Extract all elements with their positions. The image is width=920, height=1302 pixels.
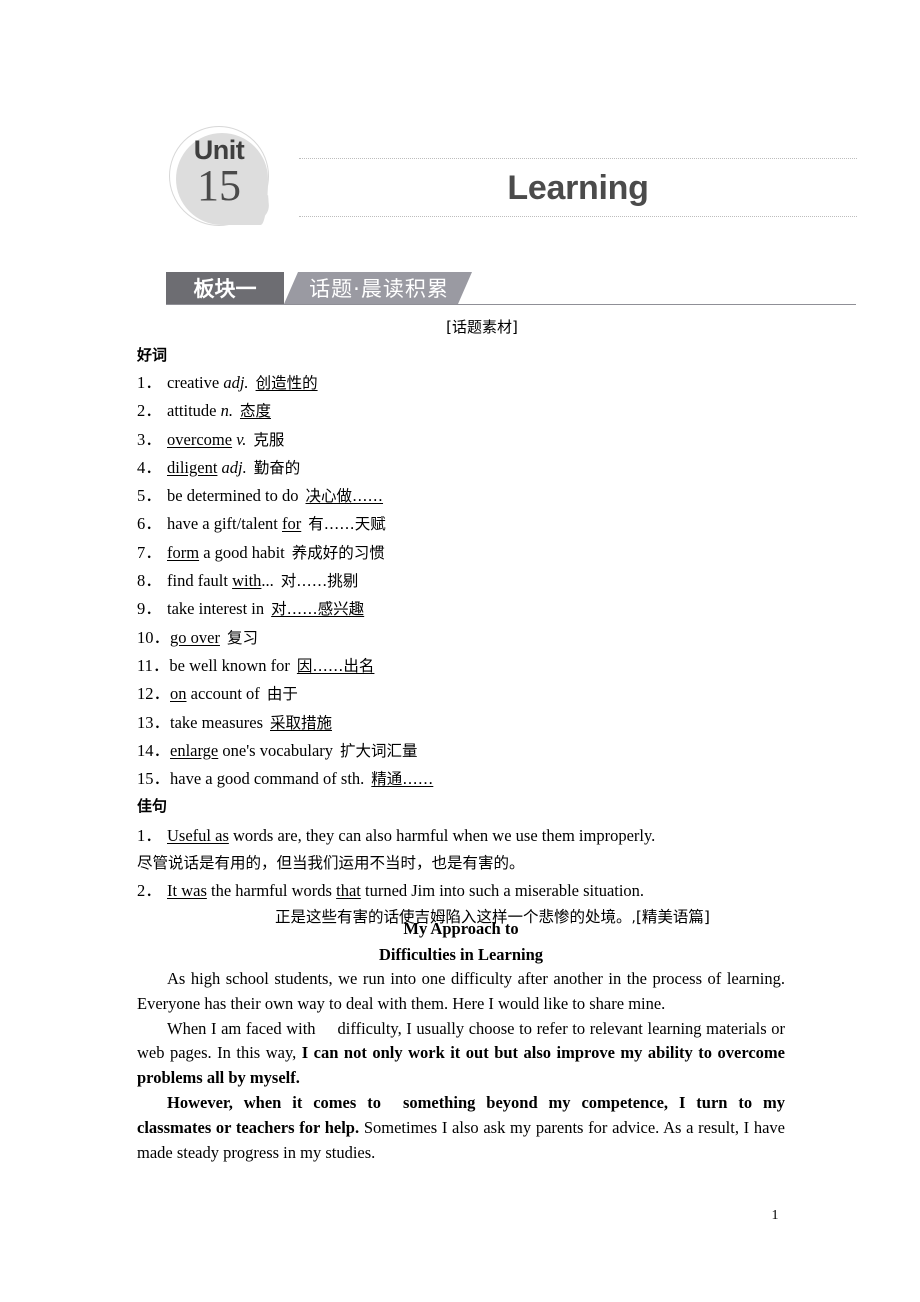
list-item: 12．on account of 由于 — [137, 680, 785, 708]
list-item-chinese: 精通…… — [371, 770, 434, 789]
list-item: 4． diligent adj. 勤奋的 — [137, 454, 785, 482]
section-banner: 板块一 话题·晨读积累 — [166, 272, 856, 306]
essay-paragraph: However, when it comes to something beyon… — [137, 1091, 785, 1165]
list-item: 1． Useful as words are, they can also har… — [137, 822, 785, 877]
list-item: 5． be determined to do 决心做…… — [137, 482, 785, 510]
list-item-number: 1． — [137, 373, 162, 392]
list-item: 2． attitude n. 态度 — [137, 397, 785, 425]
list-item-chinese: 对……感兴趣 — [271, 600, 365, 619]
unit-title-box: Learning — [299, 158, 857, 228]
list-item-number: 8． — [137, 571, 162, 591]
list-item-chinese: 因……出名 — [296, 656, 375, 675]
sentence-english: 1． Useful as words are, they can also har… — [137, 822, 785, 849]
list-item: 9． take interest in 对……感兴趣 — [137, 595, 785, 623]
list-item-english: form a good habit — [167, 542, 285, 562]
good-words-list: 1． creative adj. 创造性的 2． attitude n. 态度 3． over… — [137, 369, 785, 793]
banner-topic-text: 话题·晨读积累 — [309, 277, 449, 301]
list-item-number: 10． — [137, 627, 170, 647]
list-item-english: diligent adj. — [167, 457, 247, 477]
list-item-chinese: 复习 — [226, 628, 258, 647]
unit-number-label: 15 — [197, 161, 241, 210]
essay-title-line-2: Difficulties in Learning — [378, 944, 544, 964]
list-item: 14．enlarge one's vocabulary 扩大词汇量 — [137, 737, 785, 765]
list-item: 7． form a good habit 养成好的习惯 — [137, 539, 785, 567]
list-item-chinese: 由于 — [266, 685, 298, 704]
list-item-chinese: 创造性的 — [255, 374, 318, 392]
list-item-chinese: 养成好的习惯 — [291, 543, 385, 562]
unit-header: Unit 15 Learning — [137, 120, 857, 240]
list-item-english: have a gift/talent for — [167, 514, 302, 534]
list-item-number: 7． — [137, 542, 162, 562]
list-item-chinese: 扩大词汇量 — [340, 741, 418, 760]
list-item-number: 14． — [137, 740, 170, 760]
list-item-english: on account of — [170, 684, 260, 704]
unit-badge: Unit 15 — [169, 126, 277, 234]
list-item-number: 4． — [137, 457, 162, 477]
list-item-number: 9． — [137, 599, 162, 619]
essay-body: As high school students, we run into one… — [137, 967, 785, 1165]
title-rule-top — [299, 158, 857, 159]
essay-emphasis: However, when it comes to — [167, 1092, 381, 1112]
list-item: 15．have a good command of sth. 精通…… — [137, 765, 785, 793]
list-item: 11．be well known for 因……出名 — [137, 652, 785, 680]
list-item-number: 2． — [137, 881, 162, 901]
banner-block-text: 板块一 — [193, 277, 257, 301]
good-sentences-heading: 佳句 — [137, 797, 168, 816]
list-item-english: have a good command of sth. — [170, 769, 365, 789]
page-number: 1 — [771, 1208, 779, 1223]
list-item: 6． have a gift/talent for 有……天赋 — [137, 510, 785, 538]
title-rule-bottom — [299, 216, 857, 217]
list-item-chinese: 采取措施 — [270, 713, 333, 732]
list-item-english: enlarge one's vocabulary — [170, 740, 334, 760]
essay-title-line-1: My Approach to — [403, 919, 519, 938]
essay-text: As high school students, we run into one… — [137, 969, 785, 1013]
list-item-english: be well known for — [169, 655, 290, 675]
list-item-chinese: 勤奋的 — [253, 458, 301, 477]
banner-topic-label: 话题·晨读积累 — [284, 272, 472, 304]
list-item-english: attitude n. — [167, 401, 233, 421]
list-item-chinese: 克服 — [253, 430, 285, 449]
page-title: Learning — [507, 169, 649, 207]
list-item-english: find fault with... — [167, 571, 274, 591]
list-item-english: creative adj. — [167, 373, 249, 392]
list-item-english: take interest in — [167, 599, 265, 619]
banner-block-label: 板块一 — [166, 272, 284, 304]
list-item-number: 5． — [137, 486, 162, 506]
list-item-number: 2． — [137, 401, 162, 421]
list-item-number: 12． — [137, 684, 170, 704]
list-item-number: 15． — [137, 769, 170, 789]
banner-underline-rule — [166, 304, 856, 305]
list-item-number: 6． — [137, 514, 162, 534]
list-item-chinese: 态度 — [239, 402, 271, 421]
list-item: 10．go over 复习 — [137, 624, 785, 652]
list-item-number: 1． — [137, 826, 162, 846]
list-item-number: 11． — [137, 655, 170, 675]
list-item-english: be determined to do — [167, 486, 299, 506]
list-item: 1． creative adj. 创造性的 — [137, 369, 785, 397]
essay-paragraph: As high school students, we run into one… — [137, 967, 785, 1017]
list-item-english: overcome v. — [167, 429, 247, 449]
sentence-chinese: 尽管说话是有用的，但当我们运用不当时，也是有害的。 — [137, 853, 525, 872]
essay-text: When I am faced with — [167, 1018, 316, 1038]
list-item: 3． overcome v. 克服 — [137, 426, 785, 454]
material-label: [话题素材] — [446, 318, 518, 336]
content-area: 好词 1． creative adj. 创造性的 2． attitude n. 态度 3． o… — [137, 342, 785, 933]
list-item: 8． find fault with... 对……挑剔 — [137, 567, 785, 595]
list-item-english: take measures — [170, 712, 263, 732]
list-item-chinese: 决心做…… — [305, 487, 384, 506]
sentence-english: 2． It was the harmful words that turned J… — [137, 877, 785, 904]
list-item-chinese: 有……天赋 — [308, 515, 386, 534]
essay-paragraph: When I am faced with difficulty, I usuall… — [137, 1017, 785, 1091]
document-page: Unit 15 Learning 板块一 话题·晨读积累 [话题素材] 好词 1… — [0, 0, 920, 1302]
list-item-number: 13． — [137, 712, 170, 732]
list-item-english: go over — [170, 627, 220, 647]
list-item-number: 3． — [137, 429, 162, 449]
list-item: 13．take measures 采取措施 — [137, 709, 785, 737]
essay-section: My Approach to Difficulties in Learning … — [137, 916, 785, 1165]
list-item-chinese: 对……挑剔 — [280, 572, 359, 591]
good-words-heading: 好词 — [137, 346, 168, 364]
